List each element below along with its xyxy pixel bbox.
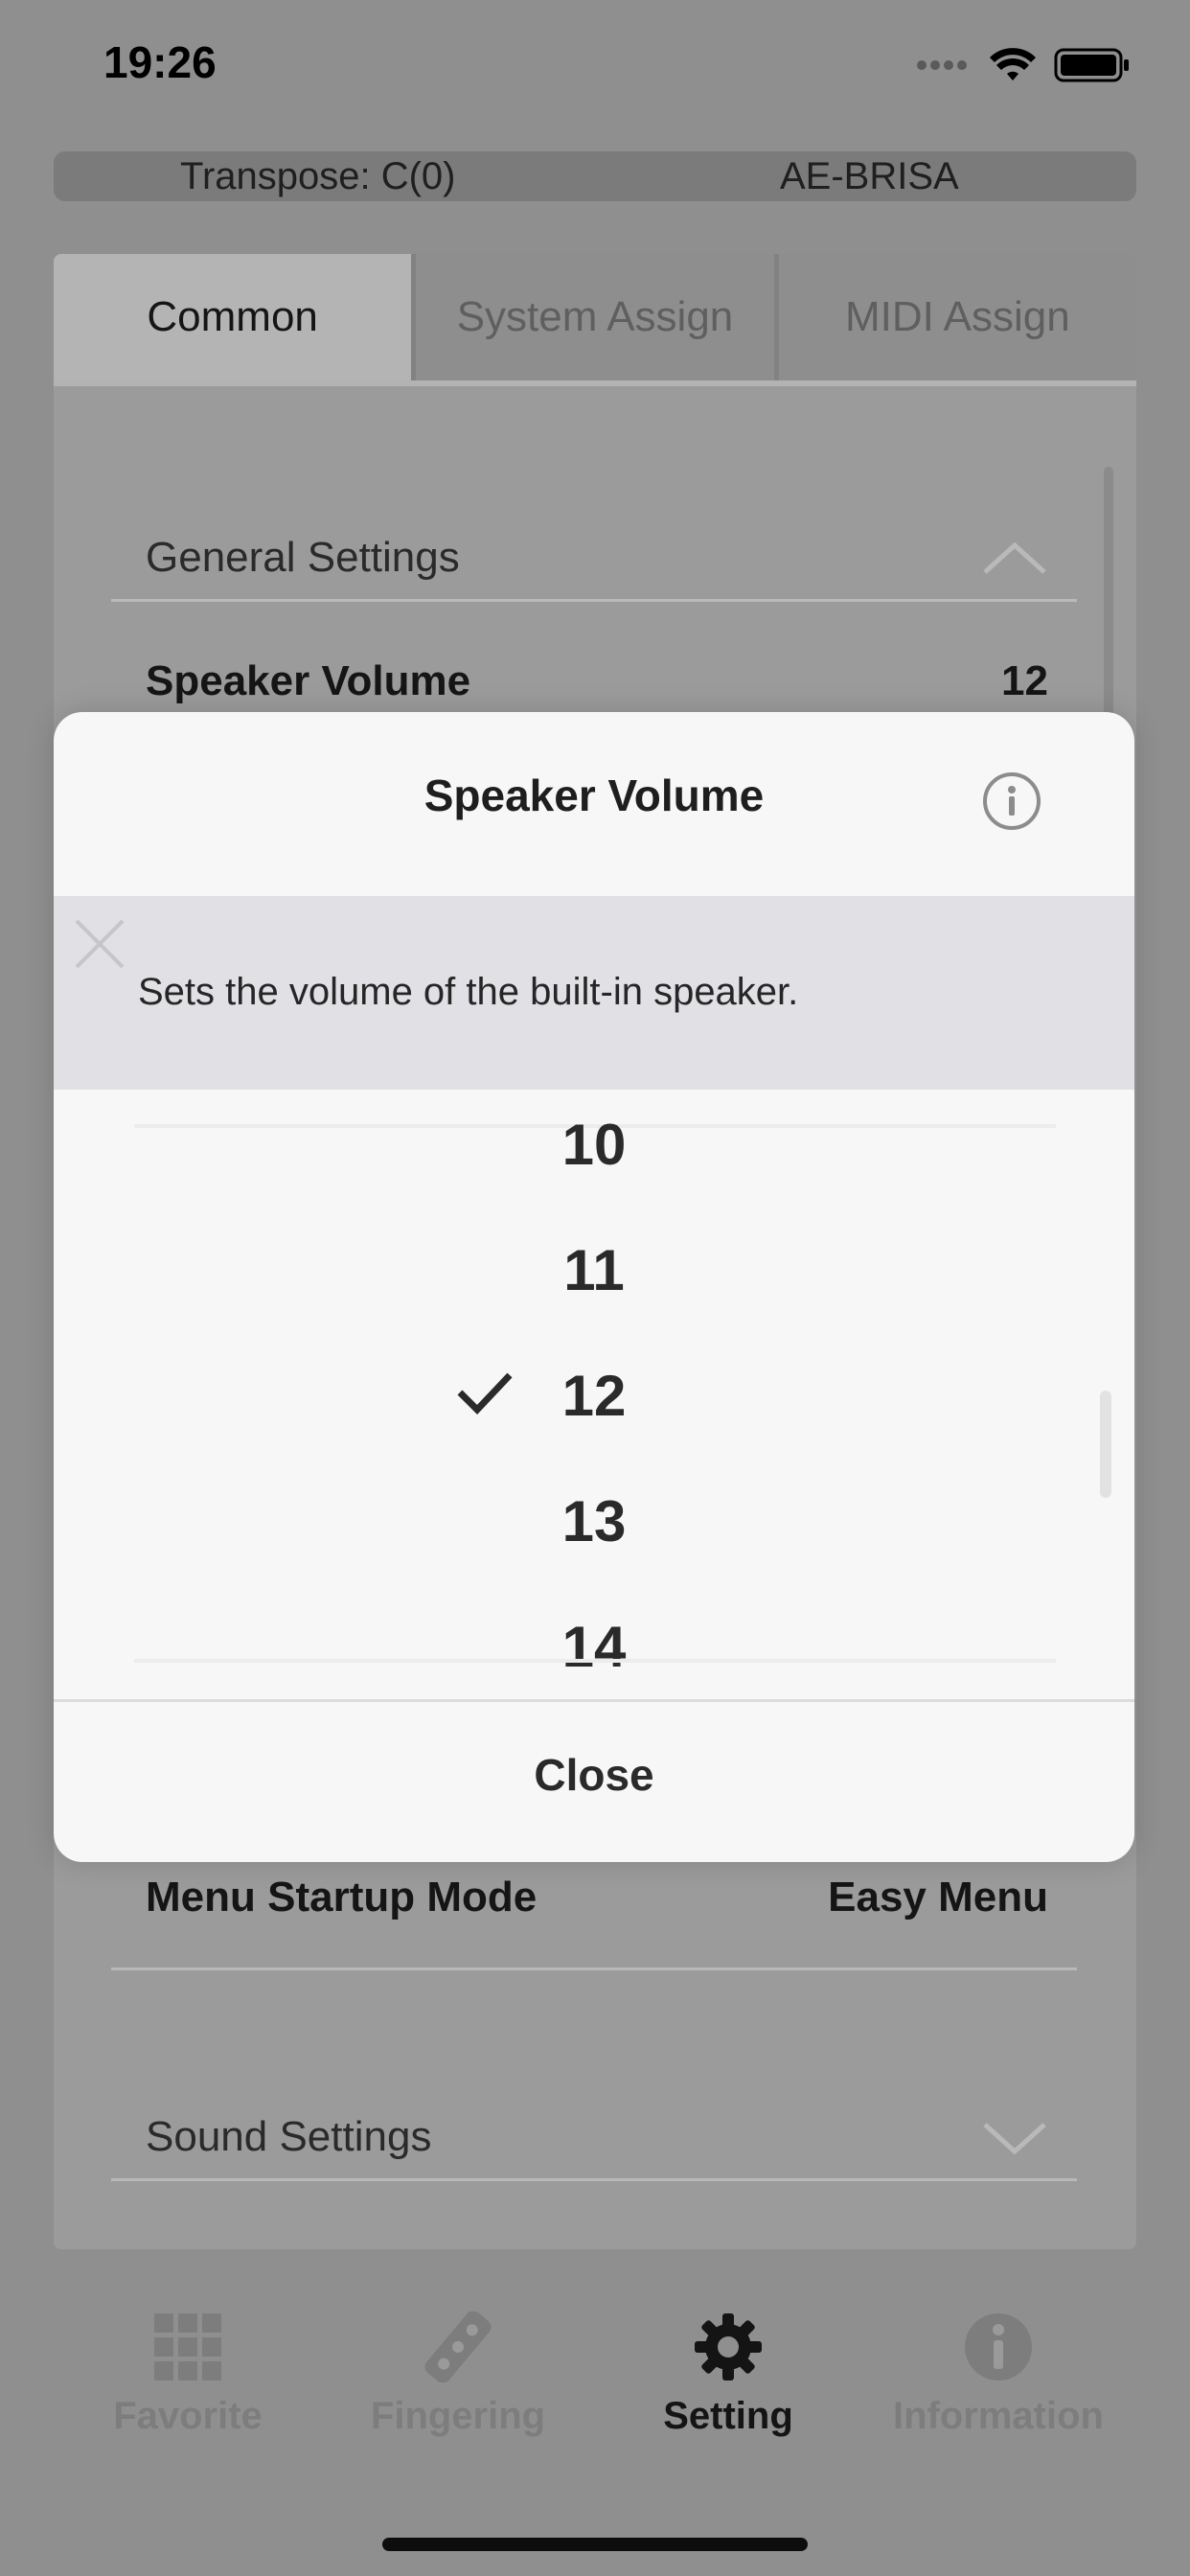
status-icons — [916, 46, 1131, 84]
gear-icon — [695, 2313, 762, 2380]
nav-information[interactable]: Information — [864, 2312, 1133, 2438]
speaker-volume-dialog: Speaker Volume Sets the volume of the bu… — [54, 712, 1134, 1862]
menu-startup-value: Easy Menu — [828, 1874, 1048, 1920]
info-icon — [1008, 786, 1016, 816]
nav-setting[interactable]: Setting — [594, 2312, 862, 2438]
divider — [111, 599, 1077, 602]
device-name: AE-BRISA — [780, 155, 959, 197]
nav-information-label: Information — [893, 2395, 1104, 2437]
tab-system-assign[interactable]: System Assign — [416, 254, 779, 380]
menu-startup-label[interactable]: Menu Startup Mode — [146, 1874, 537, 1921]
grid-icon — [154, 2313, 221, 2380]
status-time: 19:26 — [103, 37, 217, 87]
picker-scrollbar[interactable] — [1100, 1391, 1111, 1498]
info-button[interactable] — [983, 772, 1041, 830]
sound-settings-header[interactable]: Sound Settings — [146, 2113, 431, 2161]
close-button[interactable]: Close — [54, 1749, 1134, 1801]
picker-option[interactable]: 10 — [54, 1112, 1134, 1178]
transpose-label: Transpose: C(0) — [180, 155, 456, 197]
home-indicator[interactable] — [382, 2538, 808, 2551]
picker-bottom-fade — [134, 1659, 1056, 1663]
nav-favorite-label: Favorite — [113, 2395, 263, 2437]
signal-icon — [917, 60, 967, 70]
divider — [111, 1967, 1077, 1970]
nav-fingering[interactable]: Fingering — [324, 2311, 592, 2438]
info-icon — [965, 2313, 1032, 2380]
nav-setting-label: Setting — [663, 2395, 793, 2437]
tab-midi-assign[interactable]: MIDI Assign — [778, 254, 1136, 380]
tab-common[interactable]: Common — [54, 254, 417, 380]
picker-option[interactable]: 14 — [54, 1614, 1134, 1680]
general-settings-header[interactable]: General Settings — [146, 534, 460, 582]
settings-tabs: Common System Assign MIDI Assign — [54, 254, 1136, 380]
device-info-bar: Transpose: C(0) AE-BRISA — [54, 151, 1136, 201]
picker-option[interactable]: 11 — [54, 1237, 1134, 1303]
close-icon[interactable] — [71, 915, 128, 973]
tabs-underline — [54, 380, 1136, 386]
wifi-icon — [990, 48, 1036, 80]
description-text: Sets the volume of the built-in speaker. — [138, 971, 799, 1013]
speaker-volume-value: 12 — [1001, 657, 1048, 704]
chevron-down-icon[interactable] — [981, 2119, 1048, 2157]
picker-option-selected[interactable]: 12 — [54, 1363, 1134, 1429]
nav-fingering-label: Fingering — [370, 2395, 546, 2437]
divider — [111, 2178, 1077, 2181]
nav-favorite[interactable]: Favorite — [54, 2312, 322, 2438]
speaker-volume-label[interactable]: Speaker Volume — [146, 657, 470, 705]
chevron-up-icon[interactable] — [981, 540, 1048, 578]
battery-icon — [1054, 48, 1129, 82]
dialog-title: Speaker Volume — [423, 770, 765, 820]
dialog-divider — [54, 1699, 1134, 1702]
fingering-icon — [424, 2311, 492, 2383]
picker-option[interactable]: 13 — [54, 1488, 1134, 1554]
